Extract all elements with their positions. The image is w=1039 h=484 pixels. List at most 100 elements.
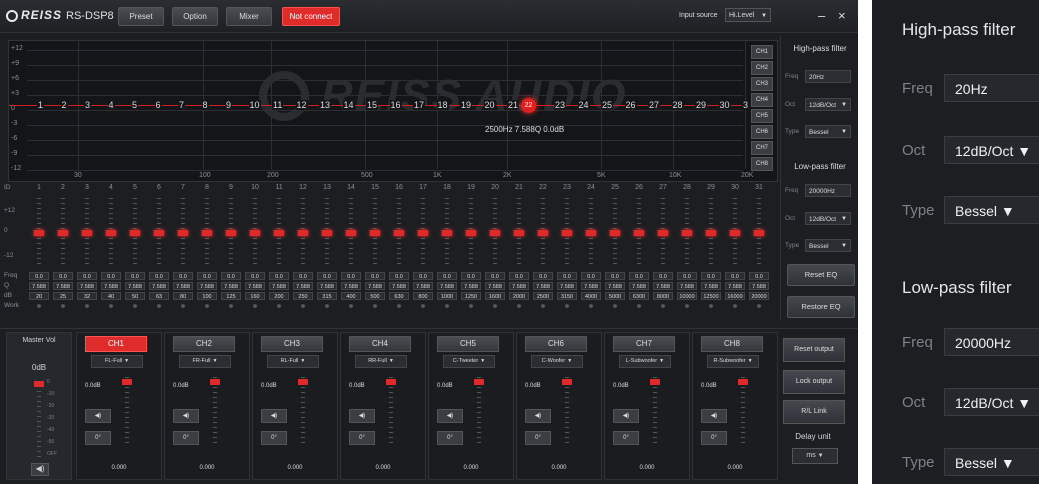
mixer-button[interactable]: Mixer bbox=[226, 7, 272, 26]
band-q-value[interactable]: 7.588 bbox=[221, 282, 241, 290]
band-work-indicator[interactable] bbox=[373, 304, 377, 308]
eq-response-graph[interactable]: REISS AUDIO +12 +9 +6 +3 0 -3 -6 -9 -12 30 100 200… bbox=[8, 40, 778, 182]
band-number-marker[interactable]: 14 bbox=[342, 100, 355, 110]
band-q-value[interactable]: 7.588 bbox=[269, 282, 289, 290]
band-work-indicator[interactable] bbox=[205, 304, 209, 308]
band-gain-value[interactable]: 0.0 bbox=[125, 272, 145, 280]
phase-button[interactable]: 0° bbox=[701, 431, 727, 445]
band-number-marker[interactable]: 3 bbox=[742, 100, 750, 110]
master-vol-track[interactable] bbox=[34, 381, 44, 457]
band-gain-value[interactable]: 0.0 bbox=[197, 272, 217, 280]
channel-gain-slider[interactable] bbox=[474, 377, 484, 445]
band-work-indicator[interactable] bbox=[661, 304, 665, 308]
hp-type-select[interactable]: Bessel ▼ bbox=[805, 125, 851, 138]
band-work-indicator[interactable] bbox=[685, 304, 689, 308]
channel-select-button[interactable]: CH1 bbox=[85, 336, 147, 352]
channel-gain-slider[interactable] bbox=[562, 377, 572, 445]
channel-gain-value[interactable]: 0.0dB bbox=[85, 383, 101, 389]
band-freq-value[interactable]: 25 bbox=[53, 292, 73, 300]
eq-band-slider-thumb[interactable] bbox=[346, 230, 356, 236]
rl-link-button[interactable]: R/L Link bbox=[783, 400, 845, 424]
band-number-marker[interactable]: 27 bbox=[648, 100, 661, 110]
band-q-value[interactable]: 7.588 bbox=[413, 282, 433, 290]
band-work-indicator[interactable] bbox=[733, 304, 737, 308]
channel-tag-6[interactable]: CH6 bbox=[751, 125, 773, 139]
band-number-marker[interactable]: 23 bbox=[554, 100, 567, 110]
eq-band-slider[interactable] bbox=[202, 198, 212, 268]
eq-band-slider-thumb[interactable] bbox=[202, 230, 212, 236]
speaker-icon[interactable]: ◀) bbox=[613, 409, 639, 423]
band-freq-value[interactable]: 630 bbox=[389, 292, 409, 300]
lock-output-button[interactable]: Lock output bbox=[783, 370, 845, 394]
channel-delay-value[interactable]: 0.000 bbox=[341, 465, 425, 471]
channel-gain-slider-thumb[interactable] bbox=[650, 379, 660, 385]
band-number-marker[interactable]: 21 bbox=[507, 100, 520, 110]
eq-band-slider-thumb[interactable] bbox=[34, 230, 44, 236]
eq-band-slider[interactable] bbox=[58, 198, 68, 268]
eq-band-slider[interactable] bbox=[514, 198, 524, 268]
band-freq-value[interactable]: 63 bbox=[149, 292, 169, 300]
band-q-value[interactable]: 7.588 bbox=[629, 282, 649, 290]
band-number-marker[interactable]: 7 bbox=[178, 100, 186, 110]
channel-gain-slider[interactable] bbox=[650, 377, 660, 445]
band-freq-value[interactable]: 32 bbox=[77, 292, 97, 300]
band-work-indicator[interactable] bbox=[133, 304, 137, 308]
band-q-value[interactable]: 7.588 bbox=[149, 282, 169, 290]
band-gain-value[interactable]: 0.0 bbox=[653, 272, 673, 280]
connection-status-button[interactable]: Not connect bbox=[282, 7, 340, 26]
channel-delay-value[interactable]: 0.000 bbox=[693, 465, 777, 471]
band-freq-value[interactable]: 800 bbox=[413, 292, 433, 300]
band-gain-value[interactable]: 0.0 bbox=[629, 272, 649, 280]
lp-type-select[interactable]: Bessel ▼ bbox=[805, 239, 851, 252]
channel-tag-7[interactable]: CH7 bbox=[751, 141, 773, 155]
eq-band-slider[interactable] bbox=[466, 198, 476, 268]
phase-button[interactable]: 0° bbox=[261, 431, 287, 445]
band-work-indicator[interactable] bbox=[349, 304, 353, 308]
eq-band-slider-thumb[interactable] bbox=[586, 230, 596, 236]
channel-select-button[interactable]: CH2 bbox=[173, 336, 235, 352]
band-gain-value[interactable]: 0.0 bbox=[677, 272, 697, 280]
channel-gain-slider[interactable] bbox=[210, 377, 220, 445]
band-freq-value[interactable]: 20000 bbox=[749, 292, 769, 300]
eq-band-slider[interactable] bbox=[322, 198, 332, 268]
phase-button[interactable]: 0° bbox=[85, 431, 111, 445]
channel-gain-slider[interactable] bbox=[738, 377, 748, 445]
band-work-indicator[interactable] bbox=[109, 304, 113, 308]
eq-band-slider[interactable] bbox=[682, 198, 692, 268]
band-gain-value[interactable]: 0.0 bbox=[413, 272, 433, 280]
channel-tag-2[interactable]: CH2 bbox=[751, 61, 773, 75]
eq-band-slider[interactable] bbox=[394, 198, 404, 268]
band-q-value[interactable]: 7.588 bbox=[701, 282, 721, 290]
eq-band-slider[interactable] bbox=[298, 198, 308, 268]
channel-delay-value[interactable]: 0.000 bbox=[165, 465, 249, 471]
band-q-value[interactable]: 7.588 bbox=[365, 282, 385, 290]
band-work-indicator[interactable] bbox=[157, 304, 161, 308]
eq-band-slider[interactable] bbox=[730, 198, 740, 268]
eq-band-slider-thumb[interactable] bbox=[754, 230, 764, 236]
channel-select-button[interactable]: CH8 bbox=[701, 336, 763, 352]
band-freq-value[interactable]: 12500 bbox=[701, 292, 721, 300]
band-q-value[interactable]: 7.588 bbox=[677, 282, 697, 290]
eq-band-slider[interactable] bbox=[754, 198, 764, 268]
band-number-marker[interactable]: 29 bbox=[695, 100, 708, 110]
band-gain-value[interactable]: 0.0 bbox=[461, 272, 481, 280]
channel-output-select[interactable]: FR-Full ▼ bbox=[179, 355, 231, 368]
band-work-indicator[interactable] bbox=[637, 304, 641, 308]
eq-band-slider-thumb[interactable] bbox=[706, 230, 716, 236]
eq-band-slider[interactable] bbox=[538, 198, 548, 268]
band-gain-value[interactable]: 0.0 bbox=[485, 272, 505, 280]
channel-gain-slider[interactable] bbox=[386, 377, 396, 445]
band-work-indicator[interactable] bbox=[709, 304, 713, 308]
band-freq-value[interactable]: 500 bbox=[365, 292, 385, 300]
band-freq-value[interactable]: 4000 bbox=[581, 292, 601, 300]
close-button[interactable]: × bbox=[838, 8, 846, 23]
band-number-marker[interactable]: 12 bbox=[295, 100, 308, 110]
band-work-indicator[interactable] bbox=[445, 304, 449, 308]
eq-band-slider[interactable] bbox=[706, 198, 716, 268]
channel-select-button[interactable]: CH7 bbox=[613, 336, 675, 352]
speaker-icon[interactable]: ◀) bbox=[701, 409, 727, 423]
band-freq-value[interactable]: 1250 bbox=[461, 292, 481, 300]
band-work-indicator[interactable] bbox=[757, 304, 761, 308]
eq-band-slider-thumb[interactable] bbox=[418, 230, 428, 236]
channel-select-button[interactable]: CH3 bbox=[261, 336, 323, 352]
